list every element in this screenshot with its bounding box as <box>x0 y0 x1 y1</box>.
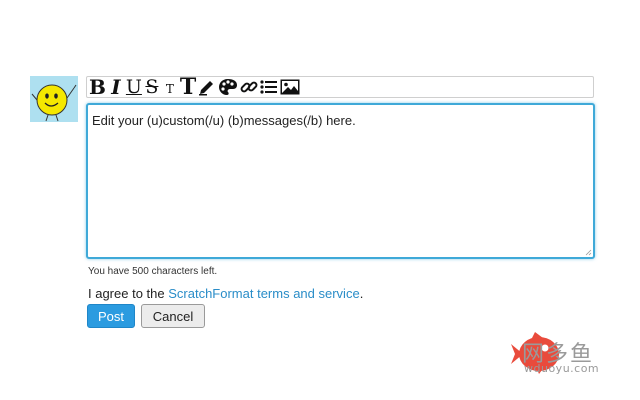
watermark-domain-text: wduoyu.com <box>524 362 600 375</box>
message-textarea[interactable]: Edit your (u)custom(/u) (b)messages(/b) … <box>88 105 593 257</box>
list-icon[interactable] <box>260 77 278 97</box>
bold-button[interactable]: B <box>89 77 106 97</box>
underline-button[interactable]: U <box>126 77 142 97</box>
image-icon[interactable] <box>280 77 300 97</box>
characters-left-text: You have 500 characters left. <box>88 266 218 277</box>
resize-grip-icon[interactable] <box>585 249 592 256</box>
small-text-button[interactable]: T <box>162 75 178 99</box>
italic-button[interactable]: I <box>108 77 124 97</box>
message-editor: Edit your (u)custom(/u) (b)messages(/b) … <box>86 103 595 259</box>
pencil-icon[interactable] <box>198 77 216 97</box>
terms-agreement: I agree to the ScratchFormat terms and s… <box>88 286 363 301</box>
terms-link[interactable]: ScratchFormat terms and service <box>168 286 359 301</box>
format-toolbar: B I U S T T <box>86 76 594 98</box>
smiley-face-icon <box>31 84 77 122</box>
palette-icon[interactable] <box>218 77 238 97</box>
link-icon[interactable] <box>240 77 258 97</box>
cancel-button[interactable]: Cancel <box>141 304 205 328</box>
big-text-button[interactable]: T <box>180 76 196 98</box>
post-button[interactable]: Post <box>87 304 135 328</box>
agreement-suffix: . <box>359 286 364 301</box>
agreement-prefix: I agree to the <box>88 286 169 301</box>
strikethrough-button[interactable]: S <box>144 77 160 97</box>
user-avatar <box>30 76 78 122</box>
